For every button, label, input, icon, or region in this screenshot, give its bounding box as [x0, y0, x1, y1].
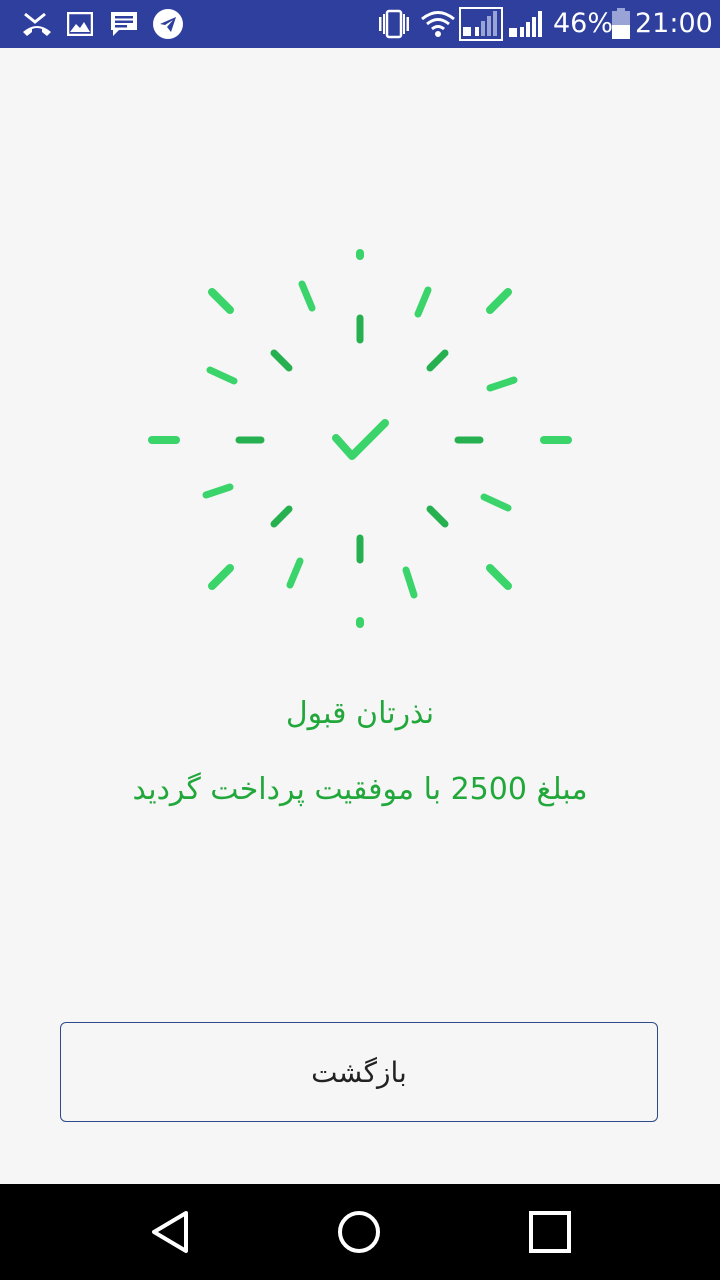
burst-ray [206, 366, 238, 385]
recents-square-icon[interactable] [520, 1204, 580, 1260]
burst-ray [402, 566, 418, 599]
wifi-icon [420, 8, 456, 40]
message-icon [108, 8, 140, 40]
success-title: نذرتان قبول [285, 696, 435, 731]
burst-ray [486, 376, 518, 392]
burst-ray [208, 288, 234, 314]
back-triangle-icon[interactable] [140, 1204, 200, 1260]
burst-ray [202, 483, 234, 499]
missed-call-icon [20, 8, 54, 40]
success-burst-graphic [148, 249, 572, 628]
signal-sim2-icon [508, 8, 548, 40]
home-circle-icon[interactable] [329, 1204, 389, 1260]
navigation-bar [0, 1184, 720, 1280]
battery-percent: 46% [553, 8, 614, 39]
burst-ray [480, 493, 512, 512]
image-icon [66, 8, 94, 40]
burst-ray [298, 280, 316, 312]
burst-ray [426, 349, 449, 372]
burst-ray [426, 505, 449, 528]
back-button[interactable]: بازگشت [60, 1022, 658, 1122]
burst-ray [486, 564, 512, 590]
signal-sim1-icon [459, 7, 503, 41]
burst-ray [208, 564, 234, 590]
status-bar: 46% 21:00 [0, 0, 720, 48]
burst-ray [286, 557, 304, 589]
back-button-label: بازگشت [311, 1055, 407, 1089]
battery-icon [610, 8, 632, 40]
telegram-icon [152, 8, 184, 40]
vibrate-icon [376, 8, 412, 40]
burst-ray [270, 505, 293, 528]
clock: 21:00 [635, 8, 713, 39]
burst-ray [486, 288, 512, 314]
burst-ray [270, 349, 293, 372]
checkmark-icon [332, 419, 389, 460]
payment-message: مبلغ 2500 با موفقیت پرداخت گردید [132, 772, 588, 807]
burst-ray [414, 286, 432, 318]
